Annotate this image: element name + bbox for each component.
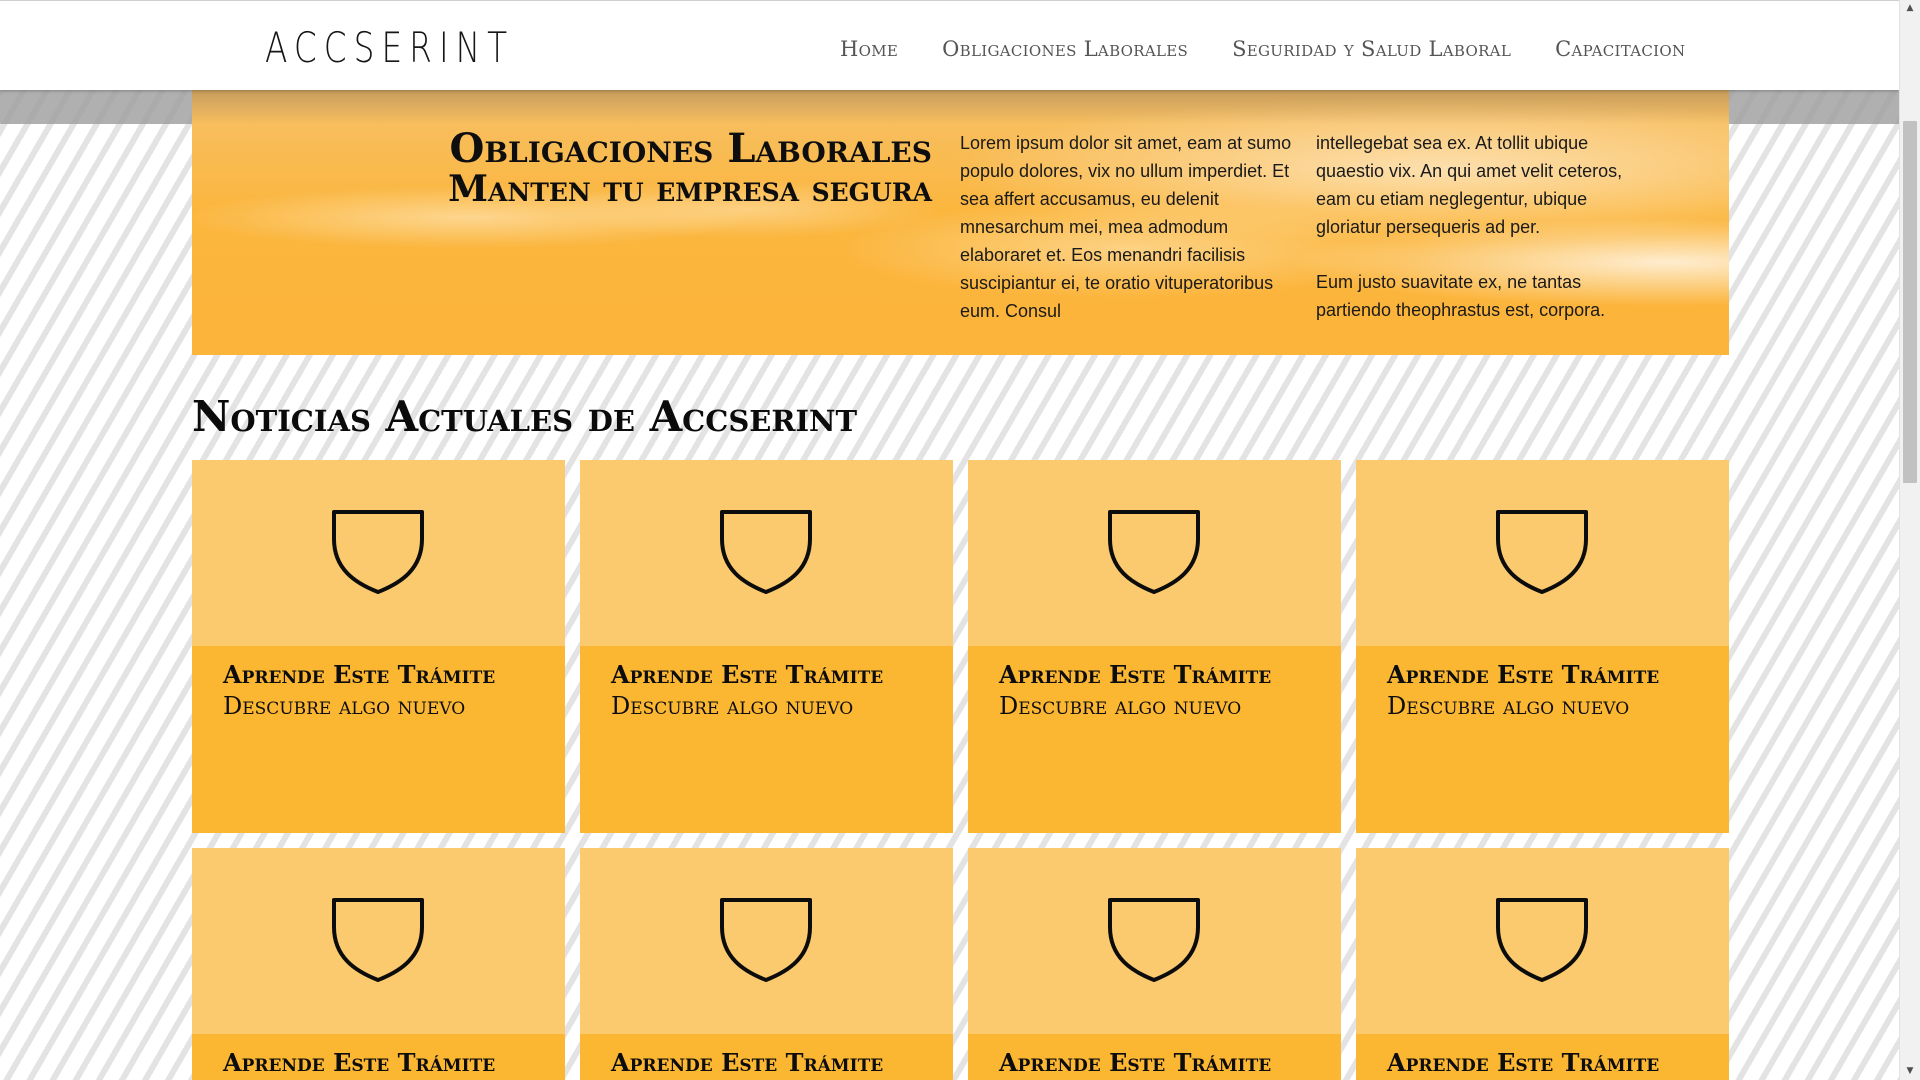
news-card[interactable]: Aprende Este Trámite Descubre algo nuevo — [580, 460, 953, 833]
hero-paragraph: Lorem ipsum dolor sit amet, eam at sumo … — [960, 133, 1292, 321]
shield-icon — [1496, 898, 1588, 982]
hero-top-fade — [192, 90, 1729, 124]
card-title: Aprende Este Trámite — [999, 1048, 1272, 1077]
card-title: Aprende Este Trámite — [611, 1048, 884, 1077]
main-nav: Home Obligaciones Laborales Seguridad y … — [840, 37, 1685, 67]
card-subtitle: Descubre algo nuevo — [1387, 692, 1630, 720]
card-image-area — [1356, 848, 1729, 1034]
card-subtitle: Descubre algo nuevo — [611, 692, 854, 720]
shield-icon — [720, 898, 812, 982]
card-title: Aprende Este Trámite — [223, 1048, 496, 1077]
card-image-area — [192, 460, 565, 646]
card-subtitle: Descubre algo nuevo — [999, 692, 1242, 720]
news-card[interactable]: Aprende Este Trámite Descubre algo nuevo — [968, 460, 1341, 833]
hero-text-column-1: Lorem ipsum dolor sit amet, eam at sumo … — [960, 129, 1295, 325]
nav-item-capacitacion[interactable]: Capacitacion — [1555, 37, 1685, 67]
card-image-area — [1356, 460, 1729, 646]
shield-icon — [332, 510, 424, 594]
scroll-down-arrow-icon[interactable]: ▼ — [1900, 1063, 1920, 1080]
card-title: Aprende Este Trámite — [1387, 1048, 1660, 1077]
news-card[interactable]: Aprende Este Trámite — [1356, 848, 1729, 1080]
site-logo[interactable]: ACCSERINT — [265, 23, 514, 72]
news-card[interactable]: Aprende Este Trámite — [192, 848, 565, 1080]
scroll-up-arrow-icon[interactable]: ▲ — [1900, 0, 1920, 17]
shield-icon — [720, 510, 812, 594]
card-title: Aprende Este Trámite — [223, 660, 496, 689]
nav-item-obligaciones-laborales[interactable]: Obligaciones Laborales — [942, 37, 1188, 67]
card-title: Aprende Este Trámite — [1387, 660, 1660, 689]
card-subtitle: Descubre algo nuevo — [223, 692, 466, 720]
hero-paragraph: intellegebat sea ex. At tollit ubique qu… — [1316, 133, 1623, 237]
news-section-title: Noticias Actuales de Accserint — [192, 392, 858, 441]
news-card[interactable]: Aprende Este Trámite Descubre algo nuevo — [1356, 460, 1729, 833]
news-card[interactable]: Aprende Este Trámite — [968, 848, 1341, 1080]
card-image-area — [968, 848, 1341, 1034]
hero-subtitle: Manten tu empresa segura — [448, 168, 932, 210]
card-image-area — [192, 848, 565, 1034]
shield-icon — [332, 898, 424, 982]
card-image-area — [580, 460, 953, 646]
nav-item-seguridad-salud-laboral[interactable]: Seguridad y Salud Laboral — [1232, 37, 1511, 67]
hero-text-column-2: intellegebat sea ex. At tollit ubique qu… — [1316, 129, 1651, 324]
vertical-scrollbar[interactable]: ▲ ▼ — [1899, 0, 1920, 1080]
hero-banner: Obligaciones Laborales Manten tu empresa… — [192, 90, 1729, 355]
shield-icon — [1108, 898, 1200, 982]
card-title: Aprende Este Trámite — [611, 660, 884, 689]
card-image-area — [968, 460, 1341, 646]
card-image-area — [580, 848, 953, 1034]
scrollbar-thumb[interactable] — [1903, 121, 1917, 483]
shield-icon — [1108, 510, 1200, 594]
hero-paragraph: Eum justo suavitate ex, ne tantas partie… — [1316, 272, 1606, 320]
top-navigation-bar: ACCSERINT Home Obligaciones Laborales Se… — [0, 0, 1899, 90]
card-title: Aprende Este Trámite — [999, 660, 1272, 689]
nav-item-home[interactable]: Home — [840, 37, 898, 67]
hero-title: Obligaciones Laborales — [449, 125, 932, 172]
shield-icon — [1496, 510, 1588, 594]
news-card[interactable]: Aprende Este Trámite Descubre algo nuevo — [192, 460, 565, 833]
news-card[interactable]: Aprende Este Trámite — [580, 848, 953, 1080]
